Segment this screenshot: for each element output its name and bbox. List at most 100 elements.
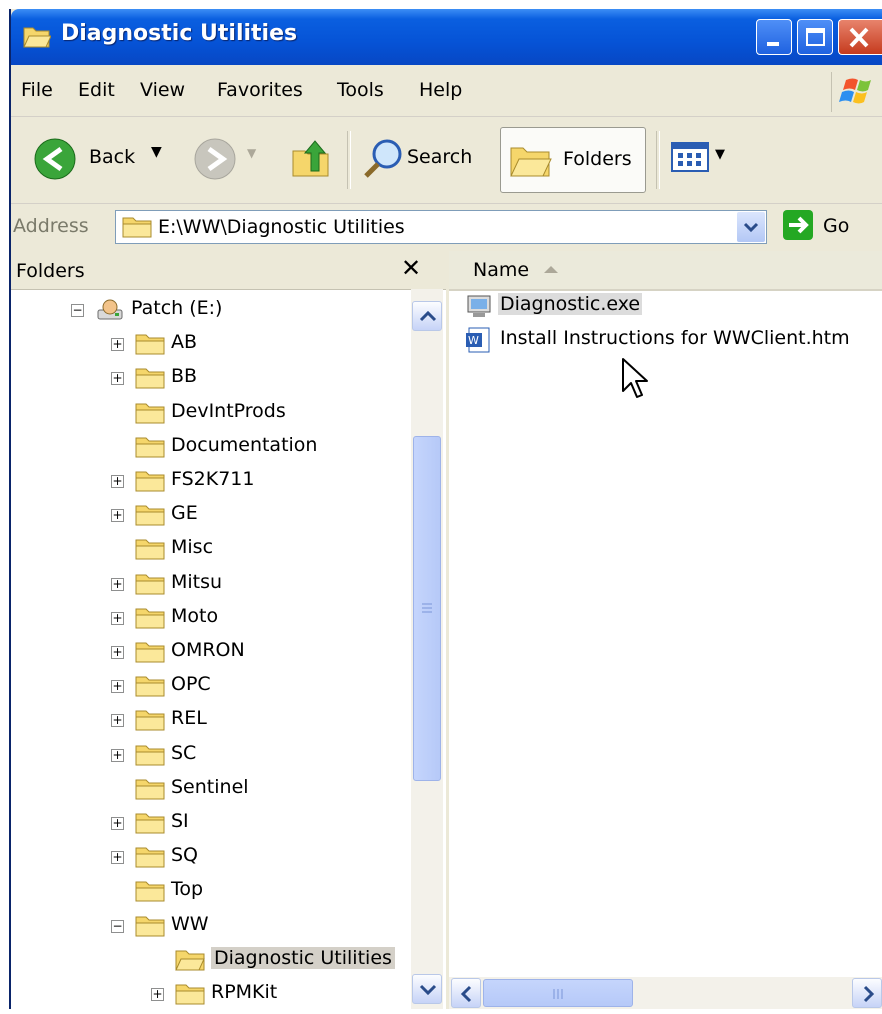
- folder-icon: [175, 984, 205, 1005]
- close-button[interactable]: [838, 19, 882, 55]
- expand-icon[interactable]: +: [111, 611, 124, 625]
- views-button[interactable]: ▼: [671, 139, 741, 179]
- tree-item-label: OMRON: [171, 639, 245, 661]
- tree-item-label: WW: [171, 912, 209, 935]
- tree-item[interactable]: Diagnostic Utilities: [11, 946, 411, 979]
- folder-icon: [135, 471, 165, 492]
- expand-icon[interactable]: +: [111, 851, 124, 865]
- expand-icon[interactable]: +: [111, 338, 124, 352]
- grip-icon: [422, 603, 432, 613]
- tree-item[interactable]: + REL: [11, 707, 411, 739]
- tree-item-label: GE: [171, 502, 198, 525]
- menu-help[interactable]: Help: [419, 79, 462, 101]
- tree-item[interactable]: + Moto: [11, 605, 411, 637]
- file-name: Install Instructions for WWClient.htm: [500, 327, 850, 349]
- tree-item[interactable]: − Patch (E:): [11, 297, 411, 329]
- folder-icon: [135, 779, 165, 800]
- scroll-thumb[interactable]: [413, 436, 441, 781]
- scroll-up-button[interactable]: [412, 301, 442, 331]
- tree-item[interactable]: + SI: [11, 810, 411, 842]
- tree-item[interactable]: + RPMKit: [11, 981, 411, 1009]
- vertical-scrollbar[interactable]: [411, 289, 443, 1009]
- tree-item[interactable]: + Mitsu: [11, 571, 411, 603]
- file-name: Diagnostic.exe: [498, 293, 643, 315]
- expand-icon[interactable]: +: [111, 714, 124, 728]
- forward-button[interactable]: ▼: [193, 133, 263, 185]
- views-dropdown-icon[interactable]: ▼: [715, 147, 725, 162]
- tree-item-label: REL: [171, 707, 207, 730]
- folder-icon: [135, 437, 165, 458]
- go-arrow-icon: [789, 216, 809, 234]
- back-button[interactable]: Back ▼: [33, 133, 168, 185]
- expand-icon[interactable]: +: [151, 988, 164, 1001]
- tree-item[interactable]: + GE: [11, 502, 411, 534]
- menu-file[interactable]: File: [21, 79, 53, 101]
- scroll-left-button[interactable]: [451, 978, 481, 1008]
- tree-item-label: Patch (E:): [131, 297, 223, 319]
- up-folder-icon: [292, 140, 329, 177]
- search-button[interactable]: Search: [361, 133, 493, 185]
- tree-item-label: Diagnostic Utilities: [211, 946, 395, 969]
- tree-item[interactable]: Documentation: [11, 434, 411, 466]
- tree-item-label: SC: [171, 741, 197, 764]
- sort-ascending-icon: [544, 266, 558, 273]
- expand-icon[interactable]: +: [111, 509, 124, 523]
- tree-item[interactable]: Misc: [11, 536, 411, 568]
- expand-icon[interactable]: +: [111, 372, 124, 386]
- tree-item[interactable]: + FS2K711: [11, 468, 411, 500]
- collapse-icon[interactable]: −: [71, 304, 84, 317]
- expand-icon[interactable]: +: [111, 577, 124, 591]
- folder-icon: [135, 505, 165, 526]
- menu-edit[interactable]: Edit: [78, 79, 115, 101]
- tree-item[interactable]: Sentinel: [11, 776, 411, 808]
- scroll-right-button[interactable]: [852, 978, 882, 1008]
- forward-dropdown-icon[interactable]: ▼: [247, 146, 256, 160]
- title-bar[interactable]: Diagnostic Utilities: [11, 9, 882, 65]
- folder-icon: [135, 642, 165, 663]
- tree-item[interactable]: + SC: [11, 742, 411, 774]
- address-dropdown-button[interactable]: [737, 212, 765, 242]
- address-label: Address: [13, 215, 89, 237]
- scroll-down-button[interactable]: [412, 974, 442, 1004]
- folder-icon: [122, 217, 152, 238]
- tree-item-label: Sentinel: [171, 775, 249, 798]
- go-button[interactable]: [783, 210, 813, 240]
- close-icon[interactable]: ✕: [401, 254, 421, 282]
- expand-icon[interactable]: +: [111, 680, 124, 694]
- maximize-button[interactable]: [797, 19, 833, 55]
- tree-item[interactable]: DevIntProds: [11, 400, 411, 432]
- folders-pane-header: Folders ✕: [11, 251, 446, 290]
- tree-item[interactable]: + BB: [11, 365, 411, 397]
- expand-icon[interactable]: +: [111, 646, 124, 659]
- menu-favorites[interactable]: Favorites: [217, 79, 303, 101]
- expand-icon[interactable]: +: [111, 748, 124, 762]
- go-label[interactable]: Go: [823, 215, 849, 237]
- tree-item[interactable]: − WW: [11, 913, 411, 945]
- back-dropdown-icon[interactable]: ▼: [151, 144, 162, 160]
- folders-button[interactable]: Folders: [500, 127, 646, 193]
- tree-item-label: Top: [171, 878, 204, 901]
- address-input[interactable]: E:\WW\Diagnostic Utilities: [115, 210, 767, 244]
- menu-view[interactable]: View: [140, 79, 185, 101]
- folder-icon: [135, 881, 165, 902]
- horizontal-scrollbar[interactable]: [449, 977, 882, 1009]
- expand-icon[interactable]: +: [111, 817, 124, 830]
- minimize-button[interactable]: [756, 19, 792, 55]
- column-header-name[interactable]: Name: [449, 251, 882, 291]
- tree-item-label: OPC: [171, 673, 211, 696]
- folder-icon: [135, 608, 165, 629]
- tree-item[interactable]: + AB: [11, 331, 411, 363]
- open-folder-icon: [23, 27, 51, 48]
- collapse-icon[interactable]: −: [111, 919, 124, 933]
- up-folder-button[interactable]: [289, 135, 335, 181]
- tree-item[interactable]: Top: [11, 878, 411, 910]
- horizontal-scroll-thumb[interactable]: [483, 979, 633, 1007]
- search-label: Search: [407, 146, 473, 168]
- expand-icon[interactable]: +: [111, 475, 124, 488]
- folder-icon: [135, 916, 165, 937]
- tree-item[interactable]: + OPC: [11, 673, 411, 705]
- tree-item-label: SQ: [171, 844, 199, 867]
- tree-item[interactable]: + SQ: [11, 844, 411, 876]
- menu-tools[interactable]: Tools: [337, 79, 384, 101]
- tree-item[interactable]: + OMRON: [11, 639, 411, 671]
